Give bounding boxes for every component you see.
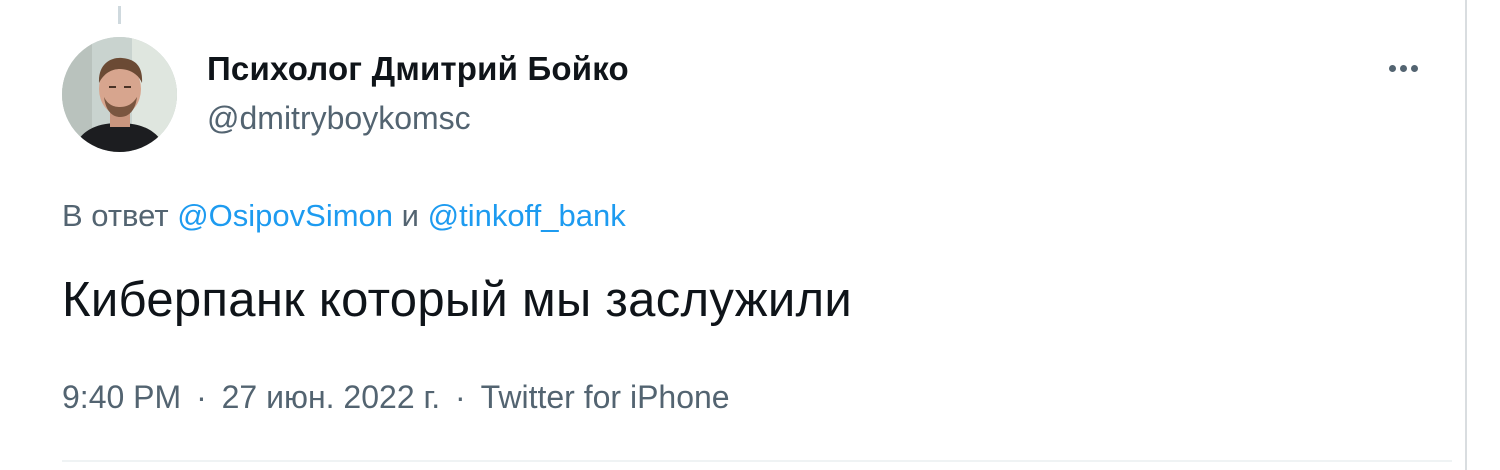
tweet-card: Психолог Дмитрий Бойко @dmitryboykomsc В… (0, 0, 1500, 470)
more-horizontal-icon (1388, 64, 1396, 72)
mention-link-tinkoff-bank[interactable]: @tinkoff_bank (428, 198, 626, 233)
divider (62, 460, 1452, 462)
tweet-time[interactable]: 9:40 PM (62, 379, 181, 415)
more-horizontal-icon (1410, 64, 1418, 72)
meta-separator: · (196, 379, 207, 415)
tweet-text: Киберпанк который мы заслужили (62, 273, 853, 327)
thread-connector-line (118, 6, 121, 24)
avatar[interactable] (62, 37, 177, 152)
more-options-button[interactable] (1380, 50, 1426, 86)
more-horizontal-icon (1399, 64, 1407, 72)
author-handle[interactable]: @dmitryboykomsc (207, 100, 471, 137)
author-display-name[interactable]: Психолог Дмитрий Бойко (207, 50, 629, 88)
reply-conjunction: и (401, 198, 419, 233)
mention-link-osipovsimon[interactable]: @OsipovSimon (177, 198, 393, 233)
tweet-meta: 9:40 PM · 27 июн. 2022 г. · Twitter for … (62, 379, 730, 416)
reply-prefix: В ответ (62, 198, 169, 233)
avatar-image (62, 37, 177, 152)
tweet-date[interactable]: 27 июн. 2022 г. (222, 379, 441, 415)
tweet-source[interactable]: Twitter for iPhone (481, 379, 730, 415)
card-right-border (1465, 0, 1467, 470)
meta-separator: · (455, 379, 466, 415)
replying-to-line: В ответ @OsipovSimon и @tinkoff_bank (62, 198, 626, 234)
